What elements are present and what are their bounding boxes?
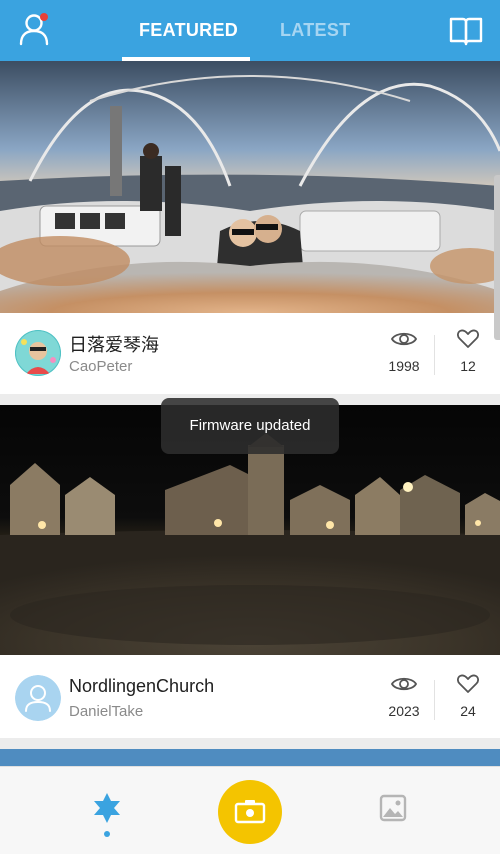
eye-icon [391,332,417,346]
notification-dot [40,13,48,21]
like-count: 12 [460,358,476,374]
author-name[interactable]: CaoPeter [69,358,132,375]
feed-card[interactable]: NordlingenChurch DanielTake 2023 24 [0,405,500,738]
divider [434,335,435,375]
scroll-handle[interactable] [494,175,500,340]
heart-icon[interactable] [457,674,479,694]
avatar[interactable] [15,330,61,376]
tab-latest[interactable]: LATEST [280,20,350,41]
toast-message: Firmware updated [161,398,339,454]
feed-card[interactable]: 日落爱琴海 CaoPeter 1998 12 [0,61,500,394]
panorama-title[interactable]: NordlingenChurch [69,676,214,697]
featured-star-icon[interactable] [90,791,124,825]
avatar[interactable] [15,675,61,721]
divider [434,680,435,720]
app-header: FEATURED LATEST [0,0,500,61]
panorama-image-sunset-boat[interactable] [0,61,500,313]
heart-icon[interactable] [457,329,479,349]
active-nav-indicator [104,831,110,837]
camera-button[interactable] [218,780,282,844]
gallery-icon[interactable] [379,794,407,822]
eye-icon [391,677,417,691]
like-count: 24 [460,703,476,719]
view-count: 1998 [388,358,420,374]
panorama-title[interactable]: 日落爱琴海 [69,331,159,357]
card-info: NordlingenChurch DanielTake 2023 24 [0,658,500,738]
tab-featured[interactable]: FEATURED [139,20,238,41]
book-icon[interactable] [449,16,483,46]
author-name[interactable]: DanielTake [69,703,143,720]
camera-icon [234,800,266,824]
feed-card-partial[interactable] [0,749,500,766]
bottom-navigation [0,766,500,854]
view-count: 2023 [388,703,420,719]
card-info: 日落爱琴海 CaoPeter 1998 12 [0,313,500,393]
